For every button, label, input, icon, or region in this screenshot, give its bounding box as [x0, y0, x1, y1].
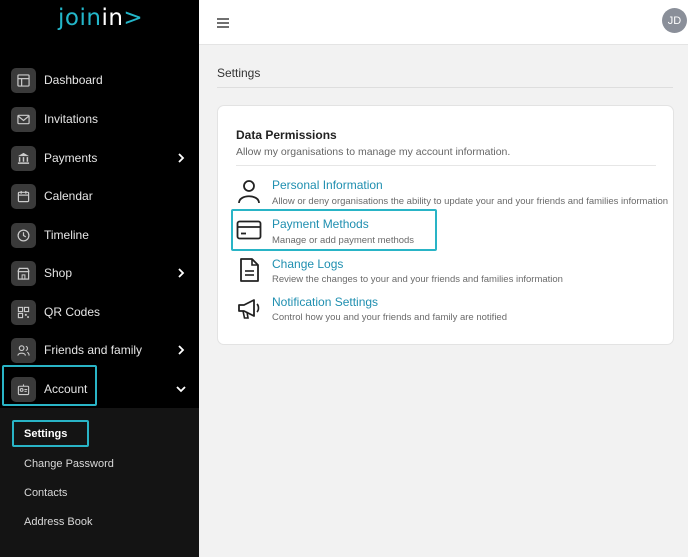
- sidebar-item-calendar[interactable]: Calendar: [0, 177, 199, 215]
- card-heading: Data Permissions: [236, 128, 337, 142]
- person-icon: [236, 178, 262, 204]
- clock-icon: [11, 222, 36, 248]
- card-subheading: Allow my organisations to manage my acco…: [236, 146, 511, 158]
- chevron-down-icon[interactable]: [176, 383, 188, 395]
- personal-information-description: Allow or deny organisations the ability …: [272, 196, 669, 207]
- document-icon: [236, 257, 262, 283]
- sidebar-item-shop[interactable]: Shop: [0, 254, 199, 292]
- change-logs-link[interactable]: Change Logs: [272, 257, 343, 271]
- sidebar-item-label: Calendar: [44, 189, 93, 203]
- mail-icon: [11, 106, 36, 132]
- chevron-right-icon[interactable]: [176, 344, 188, 356]
- top-bar: JD: [199, 0, 688, 45]
- sidebar: joinin> Dashboard Invitations Payments C…: [0, 0, 199, 557]
- calendar-icon: [11, 183, 36, 209]
- people-icon: [11, 337, 36, 363]
- submenu-item-change-password[interactable]: Change Password: [24, 458, 114, 470]
- sidebar-item-payments[interactable]: Payments: [0, 139, 199, 177]
- joinin-logo[interactable]: joinin>: [58, 5, 143, 31]
- sidebar-item-dashboard[interactable]: Dashboard: [0, 61, 199, 99]
- title-divider: [217, 87, 673, 88]
- sidebar-item-qr-codes[interactable]: QR Codes: [0, 293, 199, 331]
- submenu-item-contacts[interactable]: Contacts: [24, 487, 67, 499]
- sidebar-item-label: Invitations: [44, 112, 99, 126]
- sidebar-item-label: Timeline: [44, 228, 89, 242]
- sidebar-item-invitations[interactable]: Invitations: [0, 100, 199, 138]
- settings-highlight-box: [12, 420, 89, 447]
- bank-icon: [11, 145, 36, 171]
- sidebar-item-timeline[interactable]: Timeline: [0, 216, 199, 254]
- chevron-right-icon[interactable]: [176, 267, 188, 279]
- logo-arrow-text: >: [123, 5, 144, 31]
- notification-settings-description: Control how you and your friends and fam…: [272, 312, 507, 323]
- qr-code-icon: [11, 299, 36, 325]
- change-logs-description: Review the changes to your and your frie…: [272, 274, 563, 285]
- logo-join-text: join: [58, 5, 102, 31]
- chevron-right-icon[interactable]: [176, 152, 188, 164]
- sidebar-item-label: Payments: [44, 151, 98, 165]
- shop-icon: [11, 260, 36, 286]
- submenu-item-address-book[interactable]: Address Book: [24, 516, 92, 528]
- avatar[interactable]: JD: [662, 8, 687, 33]
- dashboard-icon: [11, 67, 36, 93]
- notification-settings-link[interactable]: Notification Settings: [272, 295, 378, 309]
- sidebar-item-label: Shop: [44, 266, 73, 280]
- megaphone-icon: [236, 295, 262, 321]
- card-divider: [236, 165, 656, 166]
- account-highlight-box: [2, 365, 97, 406]
- payment-methods-highlight-box: [231, 209, 437, 251]
- logo-in-text: in: [101, 5, 124, 31]
- personal-information-link[interactable]: Personal Information: [272, 178, 383, 192]
- page-title: Settings: [217, 66, 261, 80]
- sidebar-item-label: Dashboard: [44, 73, 103, 87]
- hamburger-menu-icon[interactable]: [217, 14, 229, 28]
- sidebar-item-label: QR Codes: [44, 305, 101, 319]
- sidebar-item-friends-and-family[interactable]: Friends and family: [0, 331, 199, 369]
- sidebar-item-label: Friends and family: [44, 343, 143, 357]
